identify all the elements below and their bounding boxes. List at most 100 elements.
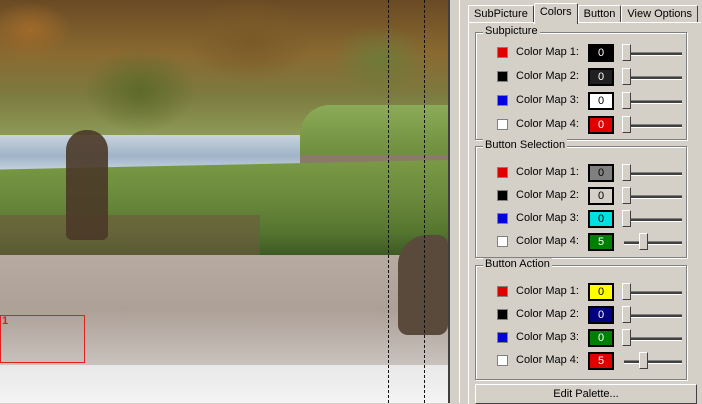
contrast-slider[interactable]	[622, 233, 684, 251]
color-map-row: Color Map 4: 5	[476, 232, 686, 252]
color-index-box[interactable]: 5	[588, 233, 614, 251]
color-swatch	[497, 119, 508, 130]
slider-track	[624, 314, 682, 318]
slider-thumb[interactable]	[622, 44, 631, 61]
color-swatch	[497, 190, 508, 201]
slider-thumb[interactable]	[639, 233, 648, 250]
tab-view-options[interactable]: View Options	[621, 5, 699, 23]
color-index-box[interactable]: 0	[588, 210, 614, 228]
color-index-box[interactable]: 0	[588, 92, 614, 110]
color-index-box[interactable]: 0	[588, 283, 614, 301]
contrast-slider[interactable]	[622, 352, 684, 370]
contrast-slider[interactable]	[622, 164, 684, 182]
color-map-label: Color Map 1:	[516, 46, 579, 58]
contrast-slider[interactable]	[622, 187, 684, 205]
tab-button[interactable]: Button	[577, 5, 622, 23]
color-swatch	[497, 236, 508, 247]
slider-thumb[interactable]	[622, 329, 631, 346]
slider-track	[624, 291, 682, 295]
color-swatch	[497, 332, 508, 343]
color-index-box[interactable]: 0	[588, 68, 614, 86]
contrast-slider[interactable]	[622, 306, 684, 324]
color-index-box[interactable]: 0	[588, 329, 614, 347]
color-map-row: Color Map 1: 0	[476, 43, 686, 63]
slider-thumb[interactable]	[622, 283, 631, 300]
color-map-label: Color Map 3:	[516, 94, 579, 106]
color-swatch	[497, 286, 508, 297]
slider-track	[624, 172, 682, 176]
slider-thumb[interactable]	[622, 116, 631, 133]
color-index-box[interactable]: 0	[588, 306, 614, 324]
preview-mud	[0, 215, 260, 255]
tab-strip: SubPicture Colors Button View Options	[468, 3, 699, 24]
color-map-label: Color Map 2:	[516, 308, 579, 320]
color-map-label: Color Map 2:	[516, 70, 579, 82]
color-index-box[interactable]: 0	[588, 116, 614, 134]
color-map-label: Color Map 4:	[516, 235, 579, 247]
slider-thumb[interactable]	[622, 164, 631, 181]
slider-thumb[interactable]	[639, 352, 648, 369]
guide-line-right[interactable]	[424, 0, 425, 403]
color-map-label: Color Map 4:	[516, 354, 579, 366]
color-map-row: Color Map 3: 0	[476, 91, 686, 111]
contrast-slider[interactable]	[622, 116, 684, 134]
contrast-slider[interactable]	[622, 44, 684, 62]
contrast-slider[interactable]	[622, 283, 684, 301]
color-index-box[interactable]: 0	[588, 164, 614, 182]
group-title: Button Selection	[483, 139, 568, 151]
slider-thumb[interactable]	[622, 187, 631, 204]
color-swatch	[497, 95, 508, 106]
color-swatch	[497, 47, 508, 58]
preview-bank	[300, 105, 448, 155]
subpicture-group: Subpicture Color Map 1: 0 Color Map 2: 0 Colo…	[475, 25, 687, 140]
color-map-label: Color Map 3:	[516, 212, 579, 224]
color-index-box[interactable]: 0	[588, 187, 614, 205]
slider-thumb[interactable]	[622, 306, 631, 323]
group-title: Button Action	[483, 258, 552, 270]
properties-panel: SubPicture Colors Button View Options Subpi…	[460, 0, 702, 404]
color-index-box[interactable]: 5	[588, 352, 614, 370]
contrast-slider[interactable]	[622, 210, 684, 228]
color-map-row: Color Map 3: 0	[476, 328, 686, 348]
slider-track	[624, 100, 682, 104]
color-map-row: Color Map 3: 0	[476, 209, 686, 229]
color-map-row: Color Map 1: 0	[476, 282, 686, 302]
slider-track	[624, 218, 682, 222]
button-action-group: Button Action Color Map 1: 0 Color Map 2: 0 C…	[475, 258, 687, 380]
color-map-row: Color Map 4: 5	[476, 351, 686, 371]
slider-track	[624, 195, 682, 199]
tab-colors[interactable]: Colors	[533, 3, 578, 24]
color-swatch	[497, 355, 508, 366]
contrast-slider[interactable]	[622, 329, 684, 347]
slider-thumb[interactable]	[622, 210, 631, 227]
button-selection-group: Button Selection Color Map 1: 0 Color Map 2…	[475, 139, 687, 258]
color-swatch	[497, 213, 508, 224]
color-map-label: Color Map 2:	[516, 189, 579, 201]
color-swatch	[497, 71, 508, 82]
preview-foam	[0, 365, 448, 403]
tab-subpicture[interactable]: SubPicture	[468, 5, 534, 23]
color-map-row: Color Map 2: 0	[476, 305, 686, 325]
color-swatch	[497, 167, 508, 178]
color-index-box[interactable]: 0	[588, 44, 614, 62]
color-map-row: Color Map 2: 0	[476, 67, 686, 87]
color-map-row: Color Map 2: 0	[476, 186, 686, 206]
contrast-slider[interactable]	[622, 68, 684, 86]
contrast-slider[interactable]	[622, 92, 684, 110]
button-selection-box[interactable]	[0, 315, 85, 363]
preview-rock	[398, 235, 448, 335]
slider-thumb[interactable]	[622, 92, 631, 109]
slider-track	[624, 337, 682, 341]
edit-palette-button[interactable]: Edit Palette...	[475, 384, 697, 404]
slider-track	[624, 241, 682, 245]
color-map-label: Color Map 4:	[516, 118, 579, 130]
slider-track	[624, 52, 682, 56]
splitter[interactable]	[448, 0, 460, 403]
color-map-label: Color Map 1:	[516, 285, 579, 297]
color-map-label: Color Map 3:	[516, 331, 579, 343]
slider-track	[624, 360, 682, 364]
preview-person	[66, 130, 108, 240]
video-preview[interactable]: 1	[0, 0, 448, 403]
guide-line-left[interactable]	[388, 0, 389, 403]
slider-thumb[interactable]	[622, 68, 631, 85]
